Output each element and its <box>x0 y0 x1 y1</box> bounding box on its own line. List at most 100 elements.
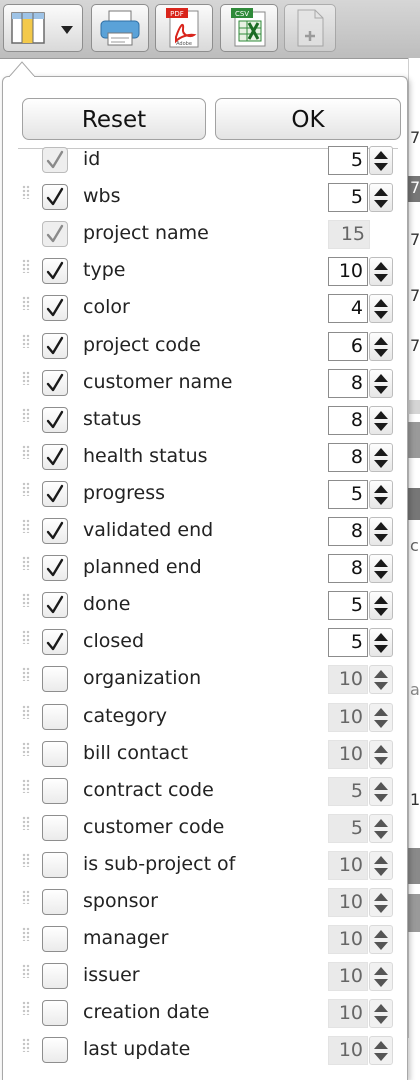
column-width-stepper[interactable] <box>369 183 393 213</box>
drag-handle-icon[interactable] <box>22 185 30 200</box>
column-width-input[interactable]: 5 <box>328 591 368 621</box>
column-visible-checkbox[interactable] <box>42 814 68 841</box>
column-visible-checkbox[interactable] <box>42 592 68 619</box>
column-width-stepper[interactable] <box>369 331 393 361</box>
column-width-stepper[interactable] <box>369 368 393 398</box>
column-width-stepper[interactable] <box>369 591 393 621</box>
column-visible-checkbox[interactable] <box>42 926 68 953</box>
column-width-input[interactable]: 8 <box>328 368 368 398</box>
column-visible-checkbox[interactable] <box>42 1037 68 1064</box>
checkmark-icon <box>46 484 64 503</box>
drag-handle-icon[interactable] <box>22 519 30 533</box>
drag-handle-icon[interactable] <box>22 704 30 719</box>
drag-handle-icon[interactable] <box>22 890 30 904</box>
print-button[interactable] <box>91 4 149 52</box>
column-width-input[interactable]: 5 <box>328 628 368 658</box>
column-visible-checkbox[interactable] <box>42 258 68 285</box>
drag-handle-icon[interactable] <box>22 444 30 459</box>
column-visible-checkbox[interactable] <box>42 1000 68 1027</box>
checkmark-icon <box>46 410 64 428</box>
column-label: id <box>83 148 101 170</box>
drag-handle-icon[interactable] <box>22 778 30 793</box>
drag-handle-icon[interactable] <box>22 370 30 385</box>
drag-handle-icon[interactable] <box>22 407 30 422</box>
column-visible-checkbox[interactable] <box>42 629 68 656</box>
column-row: id 5 <box>3 144 409 181</box>
column-visible-checkbox[interactable] <box>42 703 68 730</box>
pdf-export-button[interactable]: PDF Adobe <box>155 4 213 52</box>
drag-handle-icon[interactable] <box>22 852 30 867</box>
column-visible-checkbox[interactable] <box>42 369 68 396</box>
column-label: manager <box>83 927 169 950</box>
checkmark-icon <box>46 447 64 465</box>
column-width-input[interactable]: 5 <box>328 146 368 175</box>
column-width-stepper[interactable] <box>369 517 393 546</box>
column-width-stepper[interactable] <box>369 146 393 175</box>
drag-handle-icon[interactable] <box>22 815 30 830</box>
drag-handle-icon[interactable] <box>22 593 30 608</box>
column-visible-checkbox[interactable] <box>42 332 68 359</box>
column-width-stepper[interactable] <box>369 294 393 324</box>
column-label: closed <box>83 630 144 653</box>
column-visible-checkbox[interactable] <box>42 555 68 582</box>
drag-handle-icon[interactable] <box>22 667 30 682</box>
column-visible-checkbox[interactable] <box>42 443 68 470</box>
column-visible-checkbox[interactable] <box>42 184 68 211</box>
column-width-input[interactable]: 8 <box>328 517 368 546</box>
drag-handle-icon[interactable] <box>22 481 30 496</box>
column-row: closed 5 <box>3 626 409 663</box>
column-visible-checkbox[interactable] <box>42 406 68 433</box>
column-label: sponsor <box>83 890 158 912</box>
ok-button[interactable]: OK <box>215 98 401 140</box>
background-fragment: 7 <box>410 286 420 305</box>
column-label: validated end <box>83 519 214 541</box>
column-width-stepper[interactable] <box>369 405 393 435</box>
column-visible-checkbox[interactable] <box>42 666 68 693</box>
column-width-stepper[interactable] <box>369 554 393 584</box>
csv-export-button[interactable]: CSV <box>220 4 278 52</box>
drag-handle-icon[interactable] <box>22 1038 30 1053</box>
column-width-stepper[interactable] <box>369 257 393 287</box>
drag-handle-icon[interactable] <box>22 259 30 274</box>
column-visible-checkbox[interactable] <box>42 777 68 804</box>
column-row: health status 8 <box>3 441 409 478</box>
column-width-stepper[interactable] <box>369 628 393 658</box>
column-width-input[interactable]: 10 <box>328 257 368 287</box>
column-visible-checkbox[interactable] <box>42 480 68 507</box>
column-visible-checkbox[interactable] <box>42 889 68 915</box>
column-visible-checkbox[interactable] <box>42 740 68 767</box>
column-visible-checkbox[interactable] <box>42 518 68 544</box>
column-row: project name 15 <box>3 218 409 255</box>
column-width-input[interactable]: 8 <box>328 554 368 584</box>
column-width-stepper[interactable] <box>369 479 393 509</box>
drag-handle-icon[interactable] <box>22 333 30 348</box>
drag-handle-icon[interactable] <box>22 927 30 942</box>
column-visible-checkbox[interactable] <box>42 851 68 878</box>
spinner-arrows-icon <box>374 336 388 357</box>
column-width-input[interactable]: 5 <box>328 479 368 509</box>
column-width-input[interactable]: 8 <box>328 405 368 435</box>
column-width-input[interactable]: 6 <box>328 331 368 361</box>
column-width-input[interactable]: 4 <box>328 294 368 324</box>
drag-handle-icon[interactable] <box>22 556 30 571</box>
spinner-arrows-icon <box>374 299 388 320</box>
reset-button[interactable]: Reset <box>22 98 206 140</box>
column-width-stepper[interactable] <box>369 442 393 472</box>
pdf-badge: PDF <box>170 10 184 18</box>
column-visible-checkbox[interactable] <box>42 295 68 322</box>
drag-handle-icon[interactable] <box>22 1001 30 1016</box>
column-width-stepper <box>369 962 393 992</box>
drag-handle-icon[interactable] <box>22 741 30 756</box>
column-selector-button[interactable] <box>3 4 83 52</box>
column-width-input[interactable]: 8 <box>328 442 368 472</box>
column-width-input[interactable]: 5 <box>328 183 368 213</box>
checkmark-icon <box>46 336 64 354</box>
column-label: wbs <box>83 185 121 208</box>
drag-handle-icon[interactable] <box>22 630 30 645</box>
drag-handle-icon[interactable] <box>22 964 30 979</box>
column-visible-checkbox[interactable] <box>42 963 68 990</box>
column-width-input: 5 <box>328 776 368 806</box>
new-document-button[interactable] <box>284 4 336 52</box>
background-fragment: 7 <box>410 128 420 147</box>
drag-handle-icon[interactable] <box>22 296 30 311</box>
